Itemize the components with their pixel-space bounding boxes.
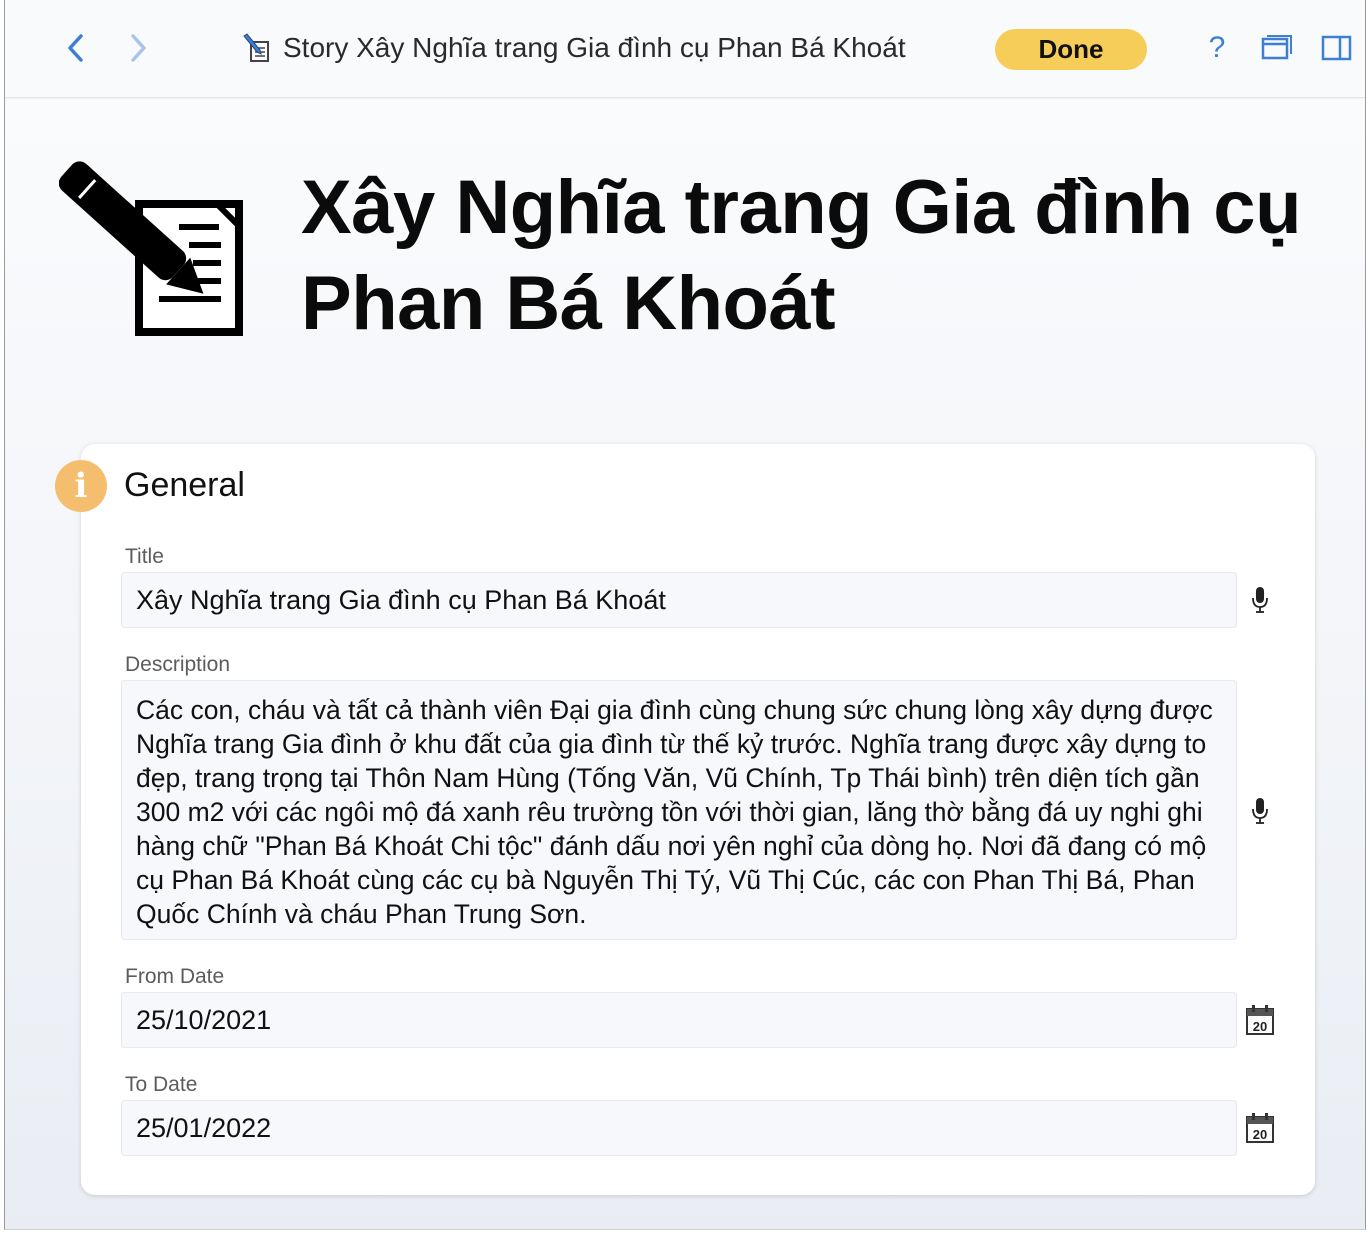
sidebar-icon[interactable]	[1319, 30, 1355, 66]
to-date-label: To Date	[125, 1073, 198, 1096]
story-edit-icon	[243, 33, 269, 62]
microphone-icon	[1252, 798, 1268, 824]
from-date-field[interactable]: 25/10/2021	[121, 992, 1237, 1048]
to-date-calendar-button[interactable]: 20	[1241, 1109, 1279, 1147]
to-date-field[interactable]: 25/01/2022	[121, 1100, 1237, 1156]
forward-button[interactable]	[123, 30, 153, 66]
section-title: General	[124, 466, 245, 504]
calendar-day-label: 20	[1253, 1127, 1267, 1142]
title-label: Title	[125, 545, 164, 568]
page-title: Xây Nghĩa trang Gia đình cụ Phan Bá Khoá…	[301, 165, 1302, 346]
microphone-icon	[1252, 587, 1268, 613]
pencil-document-icon	[59, 161, 243, 336]
description-field[interactable]: Các con, cháu và tất cả thành viên Đại g…	[121, 680, 1237, 940]
window-icon[interactable]	[1259, 30, 1295, 66]
chevron-right-icon	[131, 34, 146, 62]
done-button[interactable]: Done	[995, 29, 1147, 70]
back-button[interactable]	[61, 30, 91, 66]
description-label: Description	[125, 653, 231, 676]
from-date-calendar-button[interactable]: 20	[1241, 1001, 1279, 1039]
from-date-label: From Date	[125, 965, 225, 988]
title-field[interactable]: Xây Nghĩa trang Gia đình cụ Phan Bá Khoá…	[121, 572, 1237, 628]
app-window: Story Xây Nghĩa trang Gia đình cụ Phan B…	[4, 0, 1366, 1230]
chevron-left-icon	[68, 34, 83, 62]
title-mic-button[interactable]	[1241, 581, 1279, 619]
toolbar: Story Xây Nghĩa trang Gia đình cụ Phan B…	[5, 0, 1365, 98]
help-icon[interactable]: ?	[1199, 30, 1235, 66]
breadcrumb-label: Story Xây Nghĩa trang Gia đình cụ Phan B…	[283, 32, 906, 63]
description-mic-button[interactable]	[1241, 792, 1279, 830]
calendar-day-label: 20	[1253, 1019, 1267, 1034]
breadcrumb: Story Xây Nghĩa trang Gia đình cụ Phan B…	[241, 28, 906, 68]
calendar-icon: 20	[1246, 1113, 1274, 1143]
calendar-icon: 20	[1246, 1005, 1274, 1035]
info-icon: i	[55, 460, 107, 512]
